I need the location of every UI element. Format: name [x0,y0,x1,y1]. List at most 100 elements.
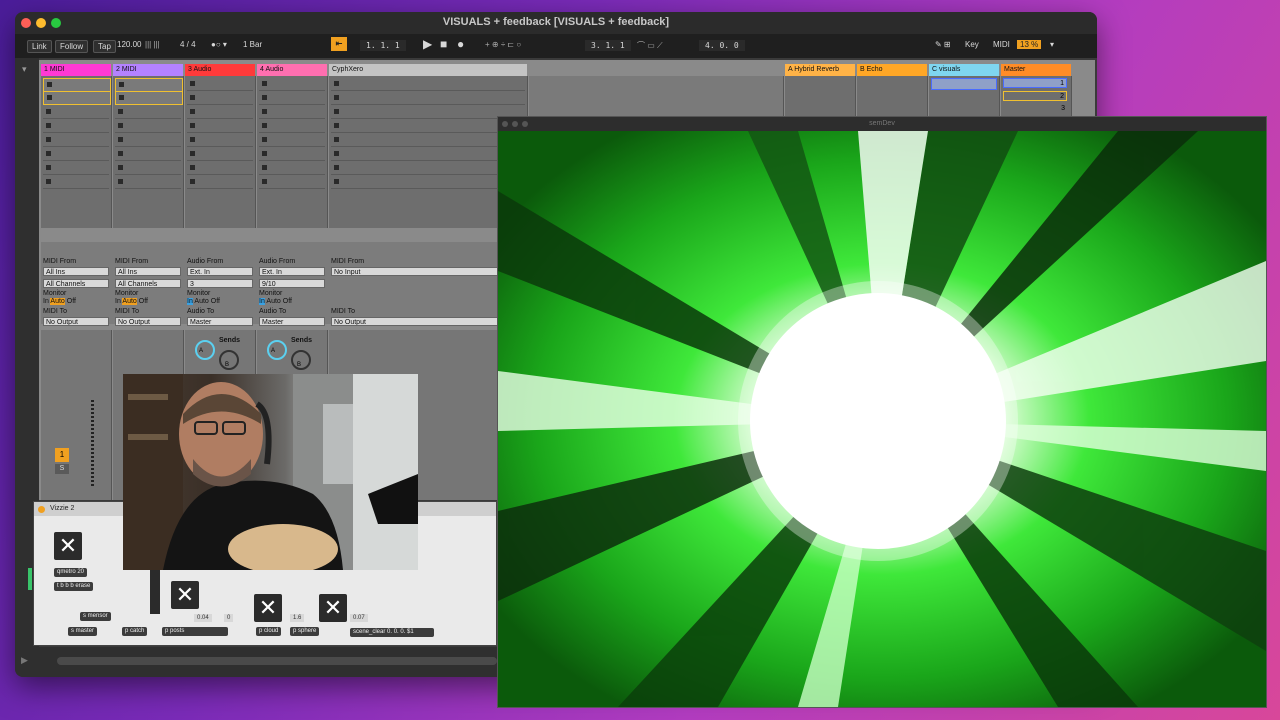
track-header-1[interactable]: 1 MIDI [41,64,111,76]
info-toggle-icon[interactable]: ▶ [21,655,28,666]
monitor-auto[interactable]: Auto [194,298,208,305]
max-object[interactable]: s master [68,627,98,636]
follow-arrow-icon[interactable]: ⇤ [331,37,347,51]
clip-slot[interactable] [115,134,181,147]
track-activator[interactable]: 1 [55,448,69,462]
clip-slot[interactable] [187,120,253,133]
number-box[interactable]: 0.04 [194,614,212,622]
clip-slot[interactable] [259,92,325,105]
scene-launch-3[interactable]: 3 [1003,104,1067,114]
clip-slot[interactable] [43,78,111,92]
quantize-select[interactable]: 1 Bar [243,40,262,49]
tap-button[interactable]: Tap [93,40,116,53]
clip-slot[interactable] [43,134,109,147]
max-object[interactable]: s mensor [80,612,111,621]
solo-button[interactable]: S [55,464,69,474]
input-source-select-3[interactable]: Ext. In [187,267,253,276]
clip-slot[interactable] [331,134,525,147]
clip-slot[interactable] [259,106,325,119]
clip-slot[interactable] [331,78,525,91]
clip-slot[interactable] [259,162,325,175]
draw-mode-icon[interactable]: ✎ ⊞ [935,40,951,49]
horizontal-scrollbar[interactable] [57,657,497,665]
clip-slot[interactable] [259,148,325,161]
zoom-window-icon[interactable] [522,121,528,127]
monitor-off[interactable]: Off [283,298,292,305]
arrangement-position[interactable]: 1. 1. 1 [360,40,406,51]
monitor-off[interactable]: Off [67,298,76,305]
clip-slot[interactable] [43,106,109,119]
input-source-select-5[interactable]: No Input [331,267,525,276]
input-channel-select-2[interactable]: All Channels [115,279,181,288]
return-header-a[interactable]: A Hybrid Reverb [785,64,855,76]
clip-slot[interactable] [187,176,253,189]
link-button[interactable]: Link [27,40,52,53]
signature-field[interactable]: 4 / 4 [180,40,196,49]
clip-slot[interactable] [331,106,525,119]
overdub-icons[interactable]: + ⊕ ÷ ⊏ ○ [485,40,521,49]
clip-slot[interactable] [43,176,109,189]
toggle-button[interactable]: ✕ [254,594,282,622]
clip-slot[interactable] [43,148,109,161]
input-channel-select-1[interactable]: All Channels [43,279,109,288]
clip-slot[interactable] [187,78,253,91]
track-header-2[interactable]: 2 MIDI [113,64,183,76]
clip-slot[interactable] [187,148,253,161]
output-select-4[interactable]: Master [259,317,325,326]
play-icon[interactable]: ▶ [423,37,432,51]
return-header-b[interactable]: B Echo [857,64,927,76]
track-header-5[interactable]: CyphXero [329,64,527,76]
toggle-button[interactable]: ✕ [319,594,347,622]
clip-slot[interactable] [331,162,525,175]
monitor-auto[interactable]: Auto [122,298,137,305]
track-header-4[interactable]: 4 Audio [257,64,327,76]
output-select-5[interactable]: No Output [331,317,525,326]
max-object[interactable]: p catch [122,627,148,636]
master-header[interactable]: Master [1001,64,1071,76]
scene-launch-2[interactable]: 2 [1003,91,1067,101]
button-stack[interactable] [150,570,160,614]
key-map-button[interactable]: Key [965,40,979,49]
tempo-field[interactable]: 120.00 [117,40,141,49]
clip-slot[interactable] [259,78,325,91]
send-knob-a[interactable] [195,340,215,360]
clip-slot[interactable] [259,120,325,133]
monitor-switch-2[interactable]: In Auto Off [115,298,148,305]
clip-slot[interactable] [331,148,525,161]
output-select-3[interactable]: Master [187,317,253,326]
clip-slot[interactable] [187,106,253,119]
clip-slot[interactable] [43,120,109,133]
monitor-in[interactable]: In [115,298,121,305]
loop-switch-icons[interactable]: ⌒ ▭ ⟋ [637,40,663,51]
clip-slot[interactable] [43,162,109,175]
max-object[interactable]: p cloud [256,627,282,636]
monitor-switch-3[interactable]: In Auto Off [187,298,220,305]
monitor-auto[interactable]: Auto [50,298,65,305]
clip-slot[interactable] [115,148,181,161]
scene-launch-1[interactable]: 1 [1003,78,1067,88]
browser-toggle-icon[interactable]: ▾ [22,64,27,75]
toggle-button[interactable]: ✕ [171,581,199,609]
max-object[interactable]: p sphere [290,627,320,636]
selected-scene-slot[interactable] [931,78,997,90]
input-channel-select-4[interactable]: 9/10 [259,279,325,288]
clip-slot[interactable] [115,78,183,92]
patcher-lock-icon[interactable] [38,506,45,513]
monitor-auto[interactable]: Auto [266,298,280,305]
input-source-select-2[interactable]: All Ins [115,267,181,276]
metronome-icon[interactable]: ●○ ▾ [211,40,227,49]
loop-length[interactable]: 4. 0. 0 [699,40,745,51]
input-source-select-4[interactable]: Ext. In [259,267,325,276]
output-select-2[interactable]: No Output [115,317,181,326]
monitor-off[interactable]: Off [139,298,148,305]
clip-slot[interactable] [115,106,181,119]
stop-icon[interactable]: ■ [440,37,447,51]
clip-slot[interactable] [259,176,325,189]
monitor-in[interactable]: In [43,298,49,305]
number-box[interactable]: 1.6 [290,614,305,622]
output-select-1[interactable]: No Output [43,317,109,326]
max-object[interactable]: qmetro 20 [54,568,88,577]
clip-slot[interactable] [115,91,183,105]
track-header-3[interactable]: 3 Audio [185,64,255,76]
monitor-in[interactable]: In [187,298,193,305]
